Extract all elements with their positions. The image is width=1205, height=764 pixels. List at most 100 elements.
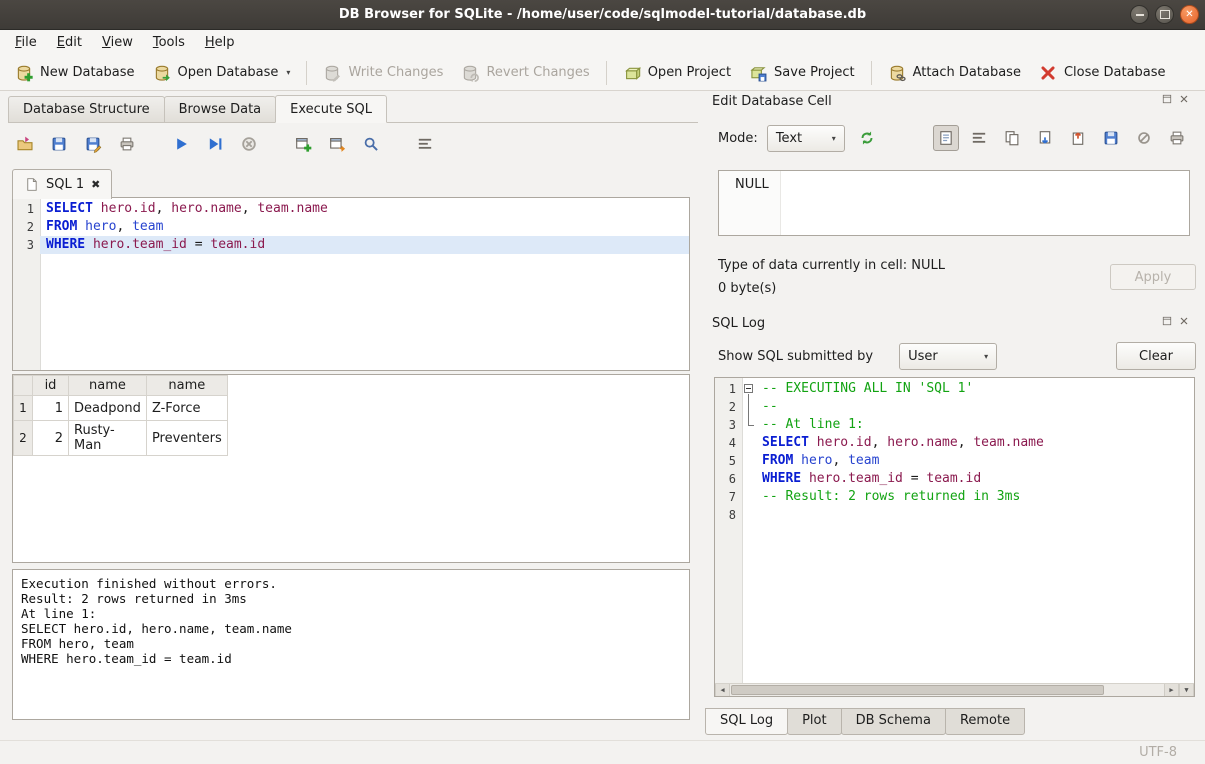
open-sql-file-button[interactable] [12, 131, 38, 157]
open-in-tab-button[interactable] [324, 131, 350, 157]
revert-changes-button[interactable]: Revert Changes [452, 59, 598, 87]
cell-dock-header: Edit Database Cell [712, 92, 1198, 110]
results-grid: idnamename11DeadpondZ-Force22Rusty-ManPr… [13, 375, 228, 456]
word-wrap-button[interactable] [966, 125, 992, 151]
open-database-button[interactable]: Open Database▾ [144, 59, 300, 87]
table-cell[interactable]: 1 [33, 396, 69, 421]
cell-tools-right [933, 125, 1190, 151]
h-scrollbar[interactable]: ◀ ▶ ▼ [715, 683, 1194, 696]
attach-database-button[interactable]: Attach Database [879, 59, 1030, 87]
tab-remote[interactable]: Remote [945, 708, 1025, 735]
table-cell[interactable]: Z-Force [146, 396, 227, 421]
cell-mode-row: Mode: Text ▾ [718, 123, 1190, 153]
document-icon [24, 177, 39, 192]
sql-file-tab[interactable]: SQL 1✖ [12, 169, 112, 199]
sql-log-view[interactable]: 1-- EXECUTING ALL IN 'SQL 1'2--3-- At li… [714, 377, 1195, 697]
line-number: 5 [715, 452, 742, 470]
dock-float-button[interactable] [1161, 315, 1173, 331]
tab-browse-data[interactable]: Browse Data [164, 96, 277, 122]
line-number: 4 [715, 434, 742, 452]
close-button[interactable] [1180, 5, 1199, 24]
new-database-button[interactable]: New Database [6, 59, 144, 87]
save-project-button[interactable]: Save Project [740, 59, 864, 87]
save-sql-as-button[interactable] [80, 131, 106, 157]
text-format-button[interactable] [933, 125, 959, 151]
new-tab-button[interactable] [290, 131, 316, 157]
dock-float-button[interactable] [1161, 93, 1173, 109]
tab-db-schema[interactable]: DB Schema [841, 708, 946, 735]
scrollbar-track[interactable] [730, 684, 1164, 696]
apply-button[interactable]: Apply [1110, 264, 1196, 290]
save-data-icon [1102, 129, 1120, 147]
revert-changes-icon [461, 64, 479, 82]
table-cell[interactable]: 2 [33, 421, 69, 456]
scroll-down-button[interactable]: ▼ [1179, 684, 1194, 696]
export-data-button[interactable] [1065, 125, 1091, 151]
find-replace-button[interactable] [358, 131, 384, 157]
tab-database-structure[interactable]: Database Structure [8, 96, 165, 122]
column-header-id[interactable]: id [33, 376, 69, 396]
line-number: 8 [715, 506, 742, 524]
open-sql-file-icon [16, 135, 34, 153]
fold-marker [742, 470, 756, 488]
close-database-button[interactable]: Close Database [1030, 59, 1175, 87]
word-wrap-button[interactable] [412, 131, 438, 157]
menu-edit[interactable]: Edit [47, 32, 92, 53]
clear-button[interactable]: Clear [1116, 342, 1196, 370]
tab-sql-log[interactable]: SQL Log [705, 708, 788, 735]
title-bar[interactable]: DB Browser for SQLite - /home/user/code/… [0, 0, 1205, 30]
sql-editor[interactable]: 1SELECT hero.id, hero.name, team.name2FR… [12, 197, 690, 371]
dock-close-button[interactable] [1178, 93, 1190, 109]
minimize-button[interactable] [1130, 5, 1149, 24]
menu-tools[interactable]: Tools [143, 32, 195, 53]
import-data-icon [1036, 129, 1054, 147]
stop-button[interactable] [236, 131, 262, 157]
dock-close-button[interactable] [1178, 315, 1190, 331]
print-button[interactable] [114, 131, 140, 157]
tab-execute-sql[interactable]: Execute SQL [275, 95, 387, 123]
window-title: DB Browser for SQLite - /home/user/code/… [339, 7, 866, 22]
cell-editor[interactable]: NULL [718, 170, 1190, 236]
import-data-button[interactable] [1032, 125, 1058, 151]
execute-line-button[interactable] [202, 131, 228, 157]
status-line: SELECT hero.id, hero.name, team.name [21, 621, 681, 636]
cell-size-info: 0 byte(s) [718, 281, 776, 296]
table-cell[interactable]: Deadpond [69, 396, 147, 421]
row-header[interactable]: 1 [14, 396, 33, 421]
open-project-button[interactable]: Open Project [614, 59, 740, 87]
menu-view[interactable]: View [92, 32, 143, 53]
copy-data-icon [1003, 129, 1021, 147]
menu-file[interactable]: File [5, 32, 47, 53]
table-cell[interactable]: Rusty-Man [69, 421, 147, 456]
status-line: Execution finished without errors. [21, 576, 681, 591]
print-button[interactable] [1164, 125, 1190, 151]
column-header-name[interactable]: name [146, 376, 227, 396]
fold-marker[interactable] [742, 380, 756, 398]
set-null-button[interactable] [1131, 125, 1157, 151]
write-changes-button[interactable]: Write Changes [314, 59, 452, 87]
save-data-button[interactable] [1098, 125, 1124, 151]
auto-switch-button[interactable] [854, 125, 880, 151]
copy-data-button[interactable] [999, 125, 1025, 151]
close-tab-icon[interactable]: ✖ [91, 179, 100, 190]
scrollbar-thumb[interactable] [731, 685, 1104, 695]
maximize-button[interactable] [1155, 5, 1174, 24]
save-sql-file-button[interactable] [46, 131, 72, 157]
attach-database-icon [888, 64, 906, 82]
menu-help[interactable]: Help [195, 32, 245, 53]
corner-header[interactable] [14, 376, 33, 396]
fold-marker [742, 488, 756, 506]
execution-status[interactable]: Execution finished without errors.Result… [12, 569, 690, 720]
log-filter-select[interactable]: User ▾ [899, 343, 997, 370]
scroll-right-button[interactable]: ▶ [1164, 684, 1179, 696]
execute-all-button[interactable] [168, 131, 194, 157]
code-line: 5FROM hero, team [715, 452, 1194, 470]
fold-marker [742, 398, 756, 416]
column-header-name[interactable]: name [69, 376, 147, 396]
table-cell[interactable]: Preventers [146, 421, 227, 456]
code-line: 1SELECT hero.id, hero.name, team.name [13, 200, 689, 218]
row-header[interactable]: 2 [14, 421, 33, 456]
tab-plot[interactable]: Plot [787, 708, 842, 735]
mode-select[interactable]: Text ▾ [767, 125, 845, 152]
scroll-left-button[interactable]: ◀ [715, 684, 730, 696]
